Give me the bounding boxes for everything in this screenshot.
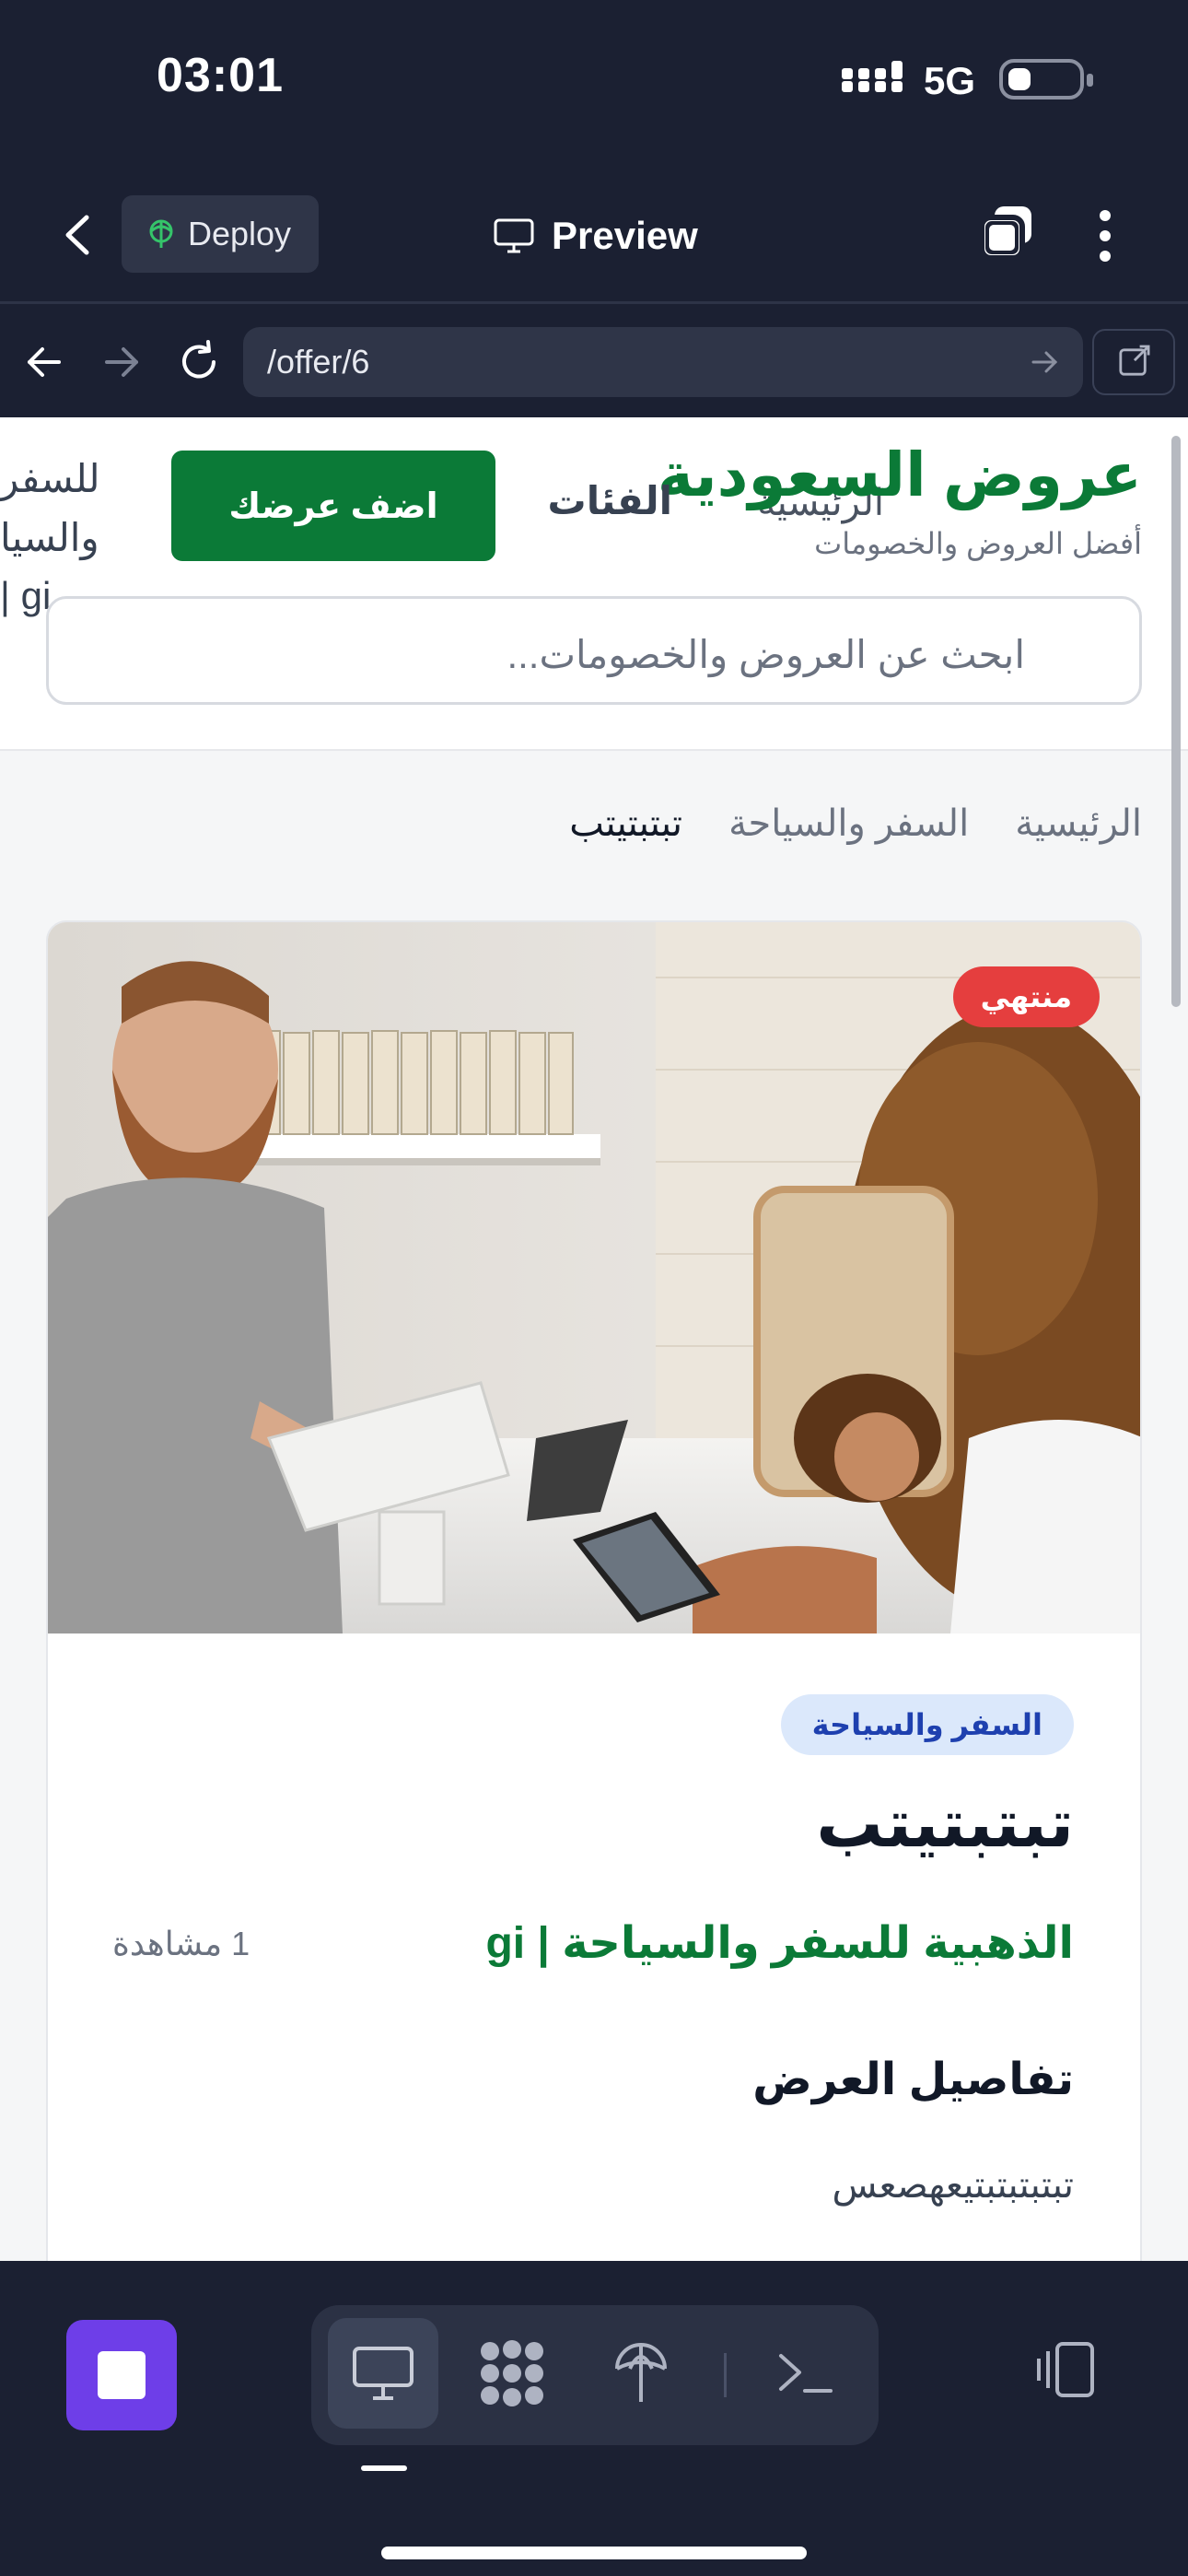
site-title[interactable]: عروض السعودية xyxy=(658,439,1142,510)
preview-tab[interactable]: Preview xyxy=(493,208,698,263)
terminal-icon xyxy=(779,2354,833,2393)
go-arrow-icon[interactable] xyxy=(1030,347,1059,377)
store-link[interactable]: الذهبية للسفر والسياحة | gi xyxy=(485,1917,1074,1969)
stop-button[interactable] xyxy=(66,2320,177,2430)
status-badge: منتهي xyxy=(952,966,1100,1027)
preview-tool-button[interactable] xyxy=(328,2318,438,2429)
search-placeholder: ابحث عن العروض والخصومات... xyxy=(507,633,1025,676)
browser-forward-icon[interactable] xyxy=(94,334,149,390)
modules-icon xyxy=(481,2340,543,2406)
reload-icon[interactable] xyxy=(171,334,227,390)
offer-image: منتهي xyxy=(48,922,1140,1633)
deploy-tool-button[interactable] xyxy=(586,2318,696,2429)
side-panel-icon[interactable] xyxy=(1030,2335,1100,2405)
details-heading: تفاصيل العرض xyxy=(752,2055,1074,2104)
overflow-line: والسيا xyxy=(0,516,99,559)
network-type: 5G xyxy=(924,59,976,102)
breadcrumb-current: تبتبتيتب xyxy=(569,803,683,844)
monitor-icon xyxy=(494,218,534,253)
search-input[interactable]: ابحث عن العروض والخصومات... xyxy=(46,596,1142,705)
tabs-icon[interactable] xyxy=(978,203,1037,262)
url-text: /offer/6 xyxy=(267,343,370,381)
preview-label: Preview xyxy=(552,214,698,257)
active-tab-indicator xyxy=(361,2465,407,2471)
url-field[interactable]: /offer/6 xyxy=(243,327,1083,397)
terminal-tool-button[interactable] xyxy=(750,2318,860,2429)
browser-bar: /offer/6 xyxy=(0,307,1188,417)
monitor-icon xyxy=(353,2347,413,2400)
offer-title: تبتبتيتب xyxy=(816,1787,1074,1861)
browser-back-icon[interactable] xyxy=(17,334,72,390)
site-tagline: أفضل العروض والخصومات xyxy=(814,527,1142,560)
bottom-toolbar xyxy=(0,2261,1188,2576)
deploy-globe-icon xyxy=(149,219,173,248)
home-indicator xyxy=(381,2547,807,2559)
add-offer-button[interactable]: اضف عرضك xyxy=(171,451,495,561)
separator xyxy=(724,2353,727,2397)
site-header: للسفر والسيا gi | الرئيسية عروض السعودية… xyxy=(0,417,1188,751)
battery-icon xyxy=(999,59,1093,100)
deploy-globe-icon xyxy=(615,2343,667,2402)
scrollbar[interactable] xyxy=(1171,436,1181,1007)
back-chevron-icon[interactable] xyxy=(55,208,101,262)
clock: 03:01 xyxy=(157,49,284,102)
more-vertical-icon[interactable] xyxy=(1087,206,1124,265)
status-bar: 03:01 5G xyxy=(0,0,1188,166)
open-external-icon[interactable] xyxy=(1092,329,1175,395)
cellular-signal-icon xyxy=(842,61,903,92)
extensions-tool-button[interactable] xyxy=(457,2318,567,2429)
breadcrumb-category[interactable]: السفر والسياحة xyxy=(728,802,969,845)
offer-photo xyxy=(48,922,1140,1633)
nav-categories-link[interactable]: الفئات xyxy=(547,478,672,523)
deploy-label: Deploy xyxy=(188,215,292,252)
stop-icon xyxy=(98,2351,146,2399)
web-viewport: للسفر والسيا gi | الرئيسية عروض السعودية… xyxy=(0,417,1188,2261)
app-bar: Deploy Preview xyxy=(0,166,1188,304)
tool-switcher xyxy=(311,2305,879,2445)
overflow-line: للسفر xyxy=(0,457,100,500)
overflow-line: gi | xyxy=(0,574,52,617)
category-tag[interactable]: السفر والسياحة xyxy=(780,1694,1074,1755)
breadcrumb-home[interactable]: الرئيسية xyxy=(1015,802,1142,845)
breadcrumb: الرئيسية السفر والسياحة تبتبتيتب xyxy=(569,802,1142,845)
offer-card: منتهي السفر والسياحة تبتبتيتب الذهبية لل… xyxy=(46,920,1142,2261)
details-text: تبتبتبتبتيعهصعس xyxy=(832,2165,1074,2206)
deploy-button[interactable]: Deploy xyxy=(122,195,319,273)
view-count: 1 مشاهدة xyxy=(112,1925,250,1962)
